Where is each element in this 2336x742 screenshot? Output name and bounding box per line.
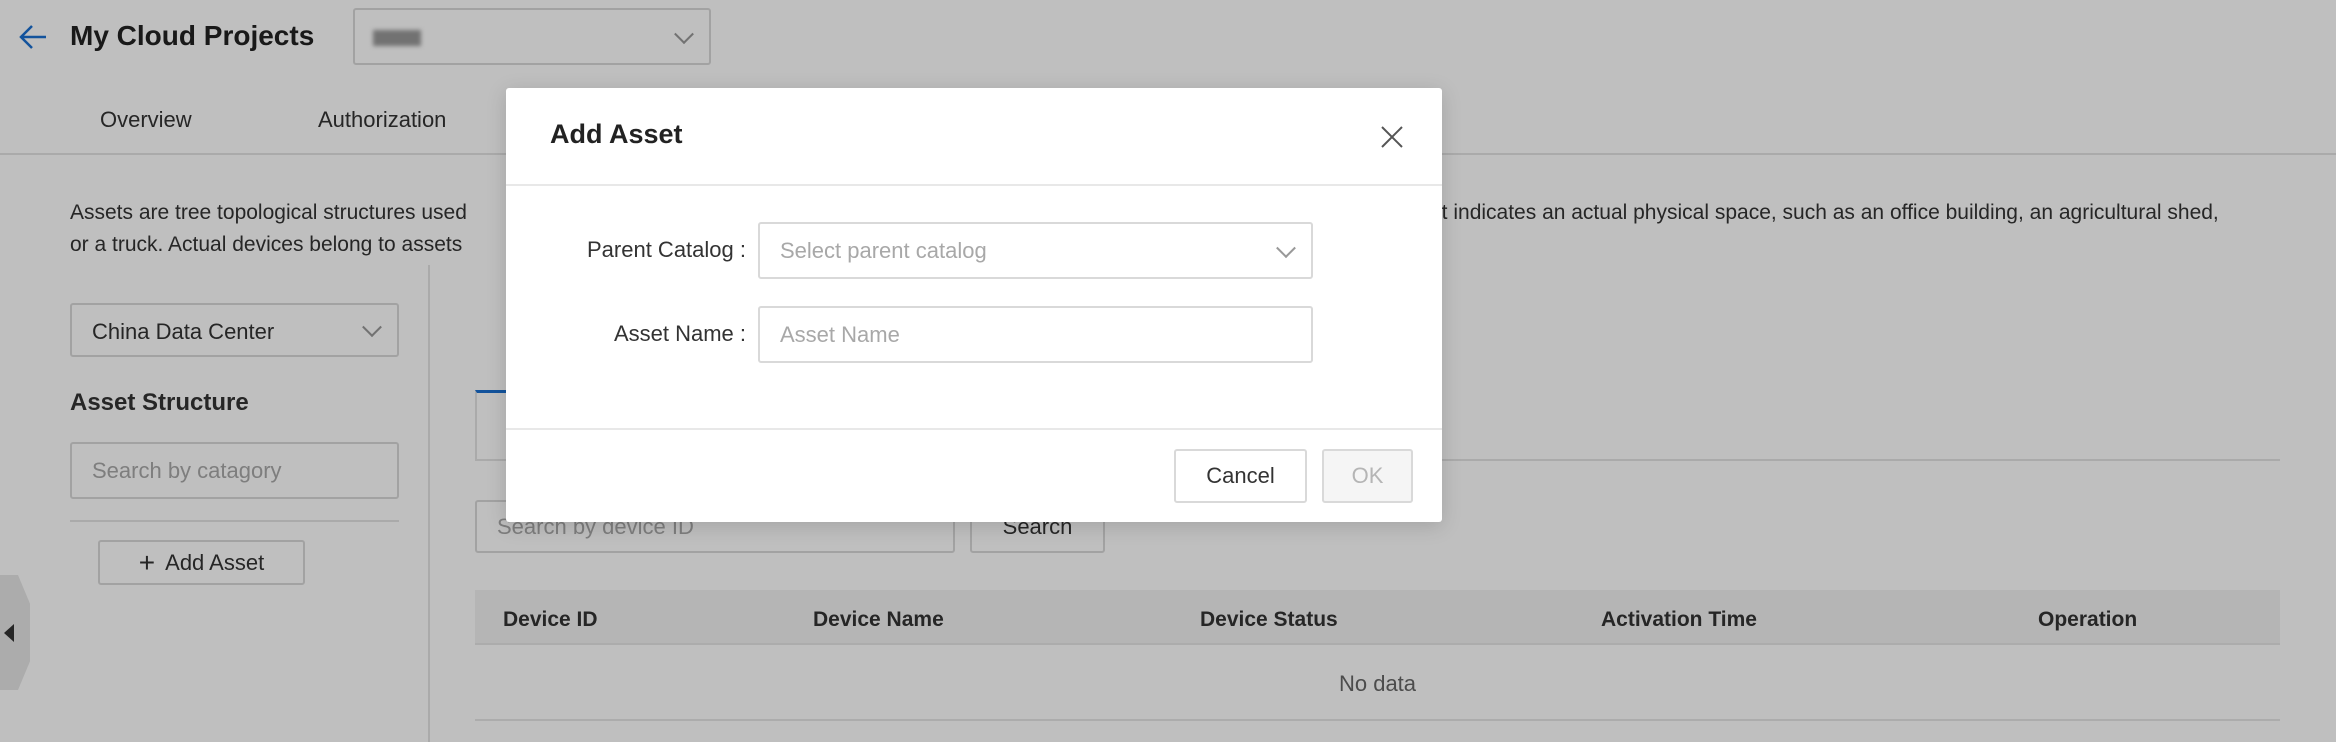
placeholder: Asset Name <box>780 321 900 347</box>
dialog-title: Add Asset <box>550 119 683 149</box>
asset-name-input[interactable]: Asset Name <box>758 306 1313 363</box>
parent-catalog-label: Parent Catalog : <box>587 237 746 262</box>
parent-catalog-select[interactable]: Select parent catalog <box>758 222 1313 279</box>
chevron-down-icon <box>1276 237 1296 258</box>
add-asset-dialog: Add Asset Parent Catalog : Select parent… <box>506 88 1442 522</box>
asset-name-label: Asset Name : <box>613 321 746 346</box>
cancel-button[interactable]: Cancel <box>1174 449 1307 503</box>
footer-divider <box>506 428 1442 430</box>
header-divider <box>506 184 1442 186</box>
ok-button[interactable]: OK <box>1322 449 1413 503</box>
placeholder: Select parent catalog <box>780 237 987 263</box>
close-icon[interactable] <box>1380 125 1404 149</box>
